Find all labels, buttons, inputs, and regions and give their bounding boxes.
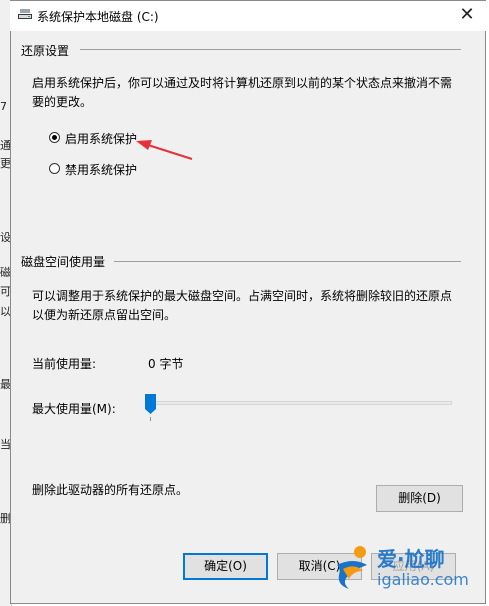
restore-description: 启用系统保护后，你可以通过及时将计算机还原到以前的某个状态点来撤消不需 要的更改… <box>32 74 472 112</box>
radio-button[interactable] <box>49 163 60 174</box>
group-divider <box>114 261 461 262</box>
slider-track[interactable] <box>147 401 452 405</box>
restore-description-line: 启用系统保护后，你可以通过及时将计算机还原到以前的某个状态点来撤消不需 <box>32 76 453 90</box>
radio-enable-protection[interactable]: 启用系统保护 <box>49 130 169 146</box>
radio-button-checked[interactable] <box>49 132 60 143</box>
ok-button[interactable]: 确定(O) <box>183 553 268 580</box>
close-icon[interactable]: ✕ <box>452 2 482 28</box>
disk-usage-description: 可以调整用于系统保护的最大磁盘空间。占满空间时，系统将删除较旧的还原点 以便为新… <box>32 287 472 325</box>
delete-description: 删除此驱动器的所有还原点。 <box>32 483 189 497</box>
radio-label: 启用系统保护 <box>65 132 138 146</box>
bg-fragment: 7 <box>0 100 7 113</box>
restore-description-line: 要的更改。 <box>32 95 93 109</box>
dialog-title: 系统保护本地磁盘 (C:) <box>37 10 159 24</box>
watermark-title: 爱·尬聊 <box>377 547 445 571</box>
max-usage-label: 最大使用量(M): <box>32 402 116 416</box>
group-divider <box>80 49 461 50</box>
watermark-logo-icon <box>337 546 367 589</box>
drive-icon <box>18 9 32 19</box>
delete-button[interactable]: 删除(D) <box>376 485 463 512</box>
max-usage-slider[interactable] <box>143 392 455 422</box>
slider-tick <box>150 417 151 421</box>
current-usage-label: 当前使用量: <box>32 357 97 371</box>
restore-settings-label: 还原设置 <box>21 44 70 58</box>
disk-usage-label: 磁盘空间使用量 <box>21 255 106 269</box>
current-usage-value: 0 字节 <box>148 357 184 371</box>
watermark-url: igaliao.com <box>377 570 469 589</box>
disk-usage-description-line: 以便为新还原点留出空间。 <box>32 308 177 322</box>
disk-usage-description-line: 可以调整用于系统保护的最大磁盘空间。占满空间时，系统将删除较旧的还原点 <box>32 289 453 303</box>
slider-thumb[interactable] <box>145 394 156 414</box>
radio-disable-protection[interactable]: 禁用系统保护 <box>49 161 169 177</box>
radio-label: 禁用系统保护 <box>65 163 138 177</box>
